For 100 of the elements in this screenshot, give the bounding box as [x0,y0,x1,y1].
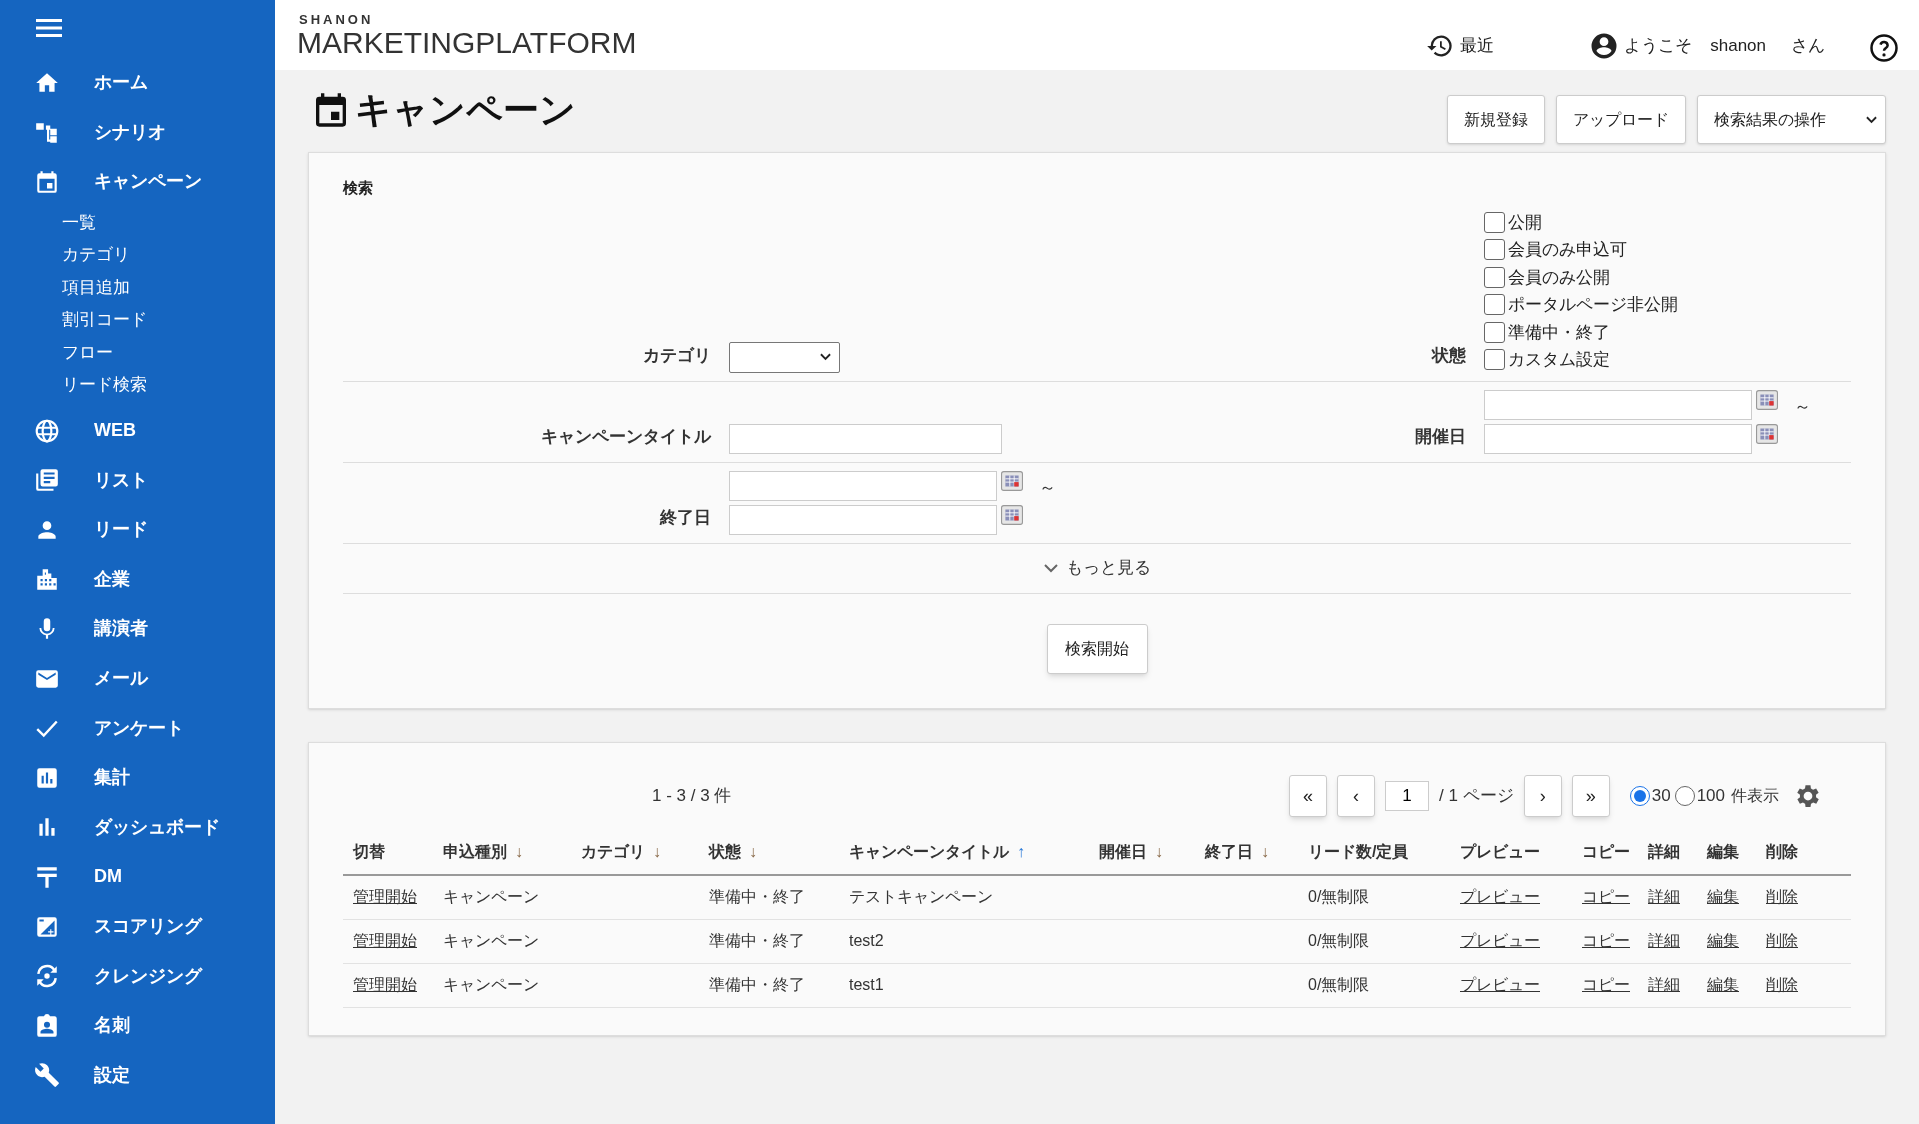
show-more-toggle[interactable]: もっと見る [1043,555,1151,581]
calendar-picker-icon[interactable] [1756,423,1778,444]
status-checkbox[interactable]: 会員のみ申込可 [1484,237,1627,263]
table-link[interactable]: 削除 [1766,888,1798,906]
previous-page-button[interactable]: ‹ [1337,775,1376,817]
table-link[interactable]: プレビュー [1460,976,1540,993]
field-label: 終了日 [658,507,711,529]
sort-arrow[interactable]: ↓ [515,842,523,860]
menu-icon[interactable] [36,18,62,38]
recent-link[interactable]: 最近 [1460,33,1495,59]
sort-arrow[interactable]: ↓ [749,842,757,860]
status-checkbox[interactable]: ポータルページ非公開 [1484,292,1678,318]
table-cell: テストキャンペーン [849,888,993,906]
sort-arrow[interactable]: ↓ [1155,842,1163,860]
table-link[interactable]: 編集 [1707,976,1739,993]
table-link[interactable]: 削除 [1766,976,1798,993]
chevron-down-icon [1043,563,1058,573]
sort-arrow[interactable]: ↓ [653,842,661,860]
sidebar-subitem[interactable]: フロー [0,336,113,370]
sidebar-item[interactable]: シナリオ [0,107,166,158]
date-input[interactable] [1484,423,1752,454]
first-page-button[interactable]: « [1289,775,1328,817]
sidebar-item[interactable]: DM [0,852,122,902]
sidebar-item[interactable]: 集計 [0,752,130,803]
globe-icon [34,417,60,444]
sidebar-item[interactable]: キャンペーン [0,157,202,207]
sidebar-subitem[interactable]: 割引コード [0,304,147,337]
sidebar-item[interactable]: 設定 [0,1050,130,1101]
sortable-column-header[interactable]: キャンペーンタイトル [849,842,1009,860]
status-checkbox[interactable]: カスタム設定 [1484,347,1610,373]
sortable-column-header[interactable]: カテゴリ [581,842,645,860]
table-link[interactable]: 管理開始 [353,976,417,993]
chevron-down-icon [1866,115,1877,124]
last-page-button[interactable]: » [1571,775,1610,817]
document-stack-icon [34,467,60,494]
sortable-column-header[interactable]: 状態 [709,842,741,860]
table-link[interactable]: コピー [1582,888,1630,906]
calendar-picker-icon[interactable] [1001,504,1023,525]
sidebar-item[interactable]: クレンジング [0,951,202,1001]
action-select[interactable]: 検索結果の操作 [1697,95,1886,144]
field-label: 開催日 [1414,426,1466,448]
status-checkbox[interactable]: 準備中・終了 [1484,319,1610,345]
sidebar-item[interactable]: 企業 [0,554,130,605]
status-checkbox[interactable]: 会員のみ公開 [1484,264,1610,290]
sidebar-item[interactable]: リスト [0,455,148,505]
sidebar-subitem[interactable]: カテゴリ [0,239,130,272]
title-input[interactable] [729,423,1002,454]
column-header: コピー [1582,842,1630,860]
sortable-column-header[interactable]: 終了日 [1205,842,1253,860]
calendar-picker-icon[interactable] [1001,470,1023,491]
sidebar-item[interactable]: メール [0,653,148,704]
sidebar-item[interactable]: アンケート [0,703,184,753]
search-title: 検索 [343,178,374,198]
calendar-picker-icon[interactable] [1756,389,1778,410]
table-link[interactable]: プレビュー [1460,932,1540,949]
sidebar-item[interactable]: スコアリング [0,901,202,952]
table-cell: 準備中・終了 [709,932,805,949]
per-page-radio[interactable]: 100 [1674,783,1725,809]
date-input[interactable] [729,504,997,535]
category-select[interactable] [729,341,840,373]
toolbar-button[interactable]: アップロード [1556,95,1686,144]
building-icon [34,566,60,593]
help-icon[interactable] [1869,33,1899,63]
sidebar-item[interactable]: ダッシュボード [0,802,220,853]
sidebar-subitem[interactable]: 項目追加 [0,271,130,305]
table-link[interactable]: 管理開始 [353,888,417,906]
per-page-radio[interactable]: 30 [1629,783,1671,809]
sortable-column-header[interactable]: 申込種別 [443,842,507,860]
sidebar-item[interactable]: 名刺 [0,1000,130,1051]
sidebar-subitem[interactable]: 一覧 [0,206,96,240]
table-link[interactable]: コピー [1582,932,1630,949]
table-link[interactable]: 編集 [1707,932,1739,949]
chevron-down-icon [820,353,831,361]
sort-arrow[interactable]: ↑ [1017,842,1025,860]
table-cell: 準備中・終了 [709,976,805,993]
sidebar-item[interactable]: リード [0,504,148,555]
table-link[interactable]: コピー [1582,976,1630,993]
table-link[interactable]: 削除 [1766,932,1798,949]
sortable-column-header[interactable]: 開催日 [1099,842,1147,860]
table-link[interactable]: プレビュー [1460,888,1540,906]
page-input[interactable]: 1 [1385,781,1430,811]
table-link[interactable]: 詳細 [1648,932,1680,949]
date-input[interactable] [729,470,997,501]
sidebar-item[interactable]: 講演者 [0,604,148,654]
toolbar-button[interactable]: 新規登録 [1447,95,1545,144]
table-cell: キャンペーン [443,976,539,993]
sidebar-subitem[interactable]: リード検索 [0,369,147,402]
sidebar-item[interactable]: WEB [0,405,136,456]
page-total: / 1 ページ [1439,785,1514,808]
sidebar-item[interactable]: ホーム [0,58,148,108]
sort-arrow[interactable]: ↓ [1261,842,1269,860]
table-link[interactable]: 編集 [1707,888,1739,906]
status-checkbox[interactable]: 公開 [1484,209,1542,235]
table-link[interactable]: 詳細 [1648,888,1680,906]
table-link[interactable]: 詳細 [1648,976,1680,993]
logo: SHANON MARKETINGPLATFORM [297,12,637,58]
search-button[interactable]: 検索開始 [1046,623,1148,674]
date-input[interactable] [1484,389,1752,420]
next-page-button[interactable]: › [1523,775,1562,817]
table-link[interactable]: 管理開始 [353,932,417,949]
